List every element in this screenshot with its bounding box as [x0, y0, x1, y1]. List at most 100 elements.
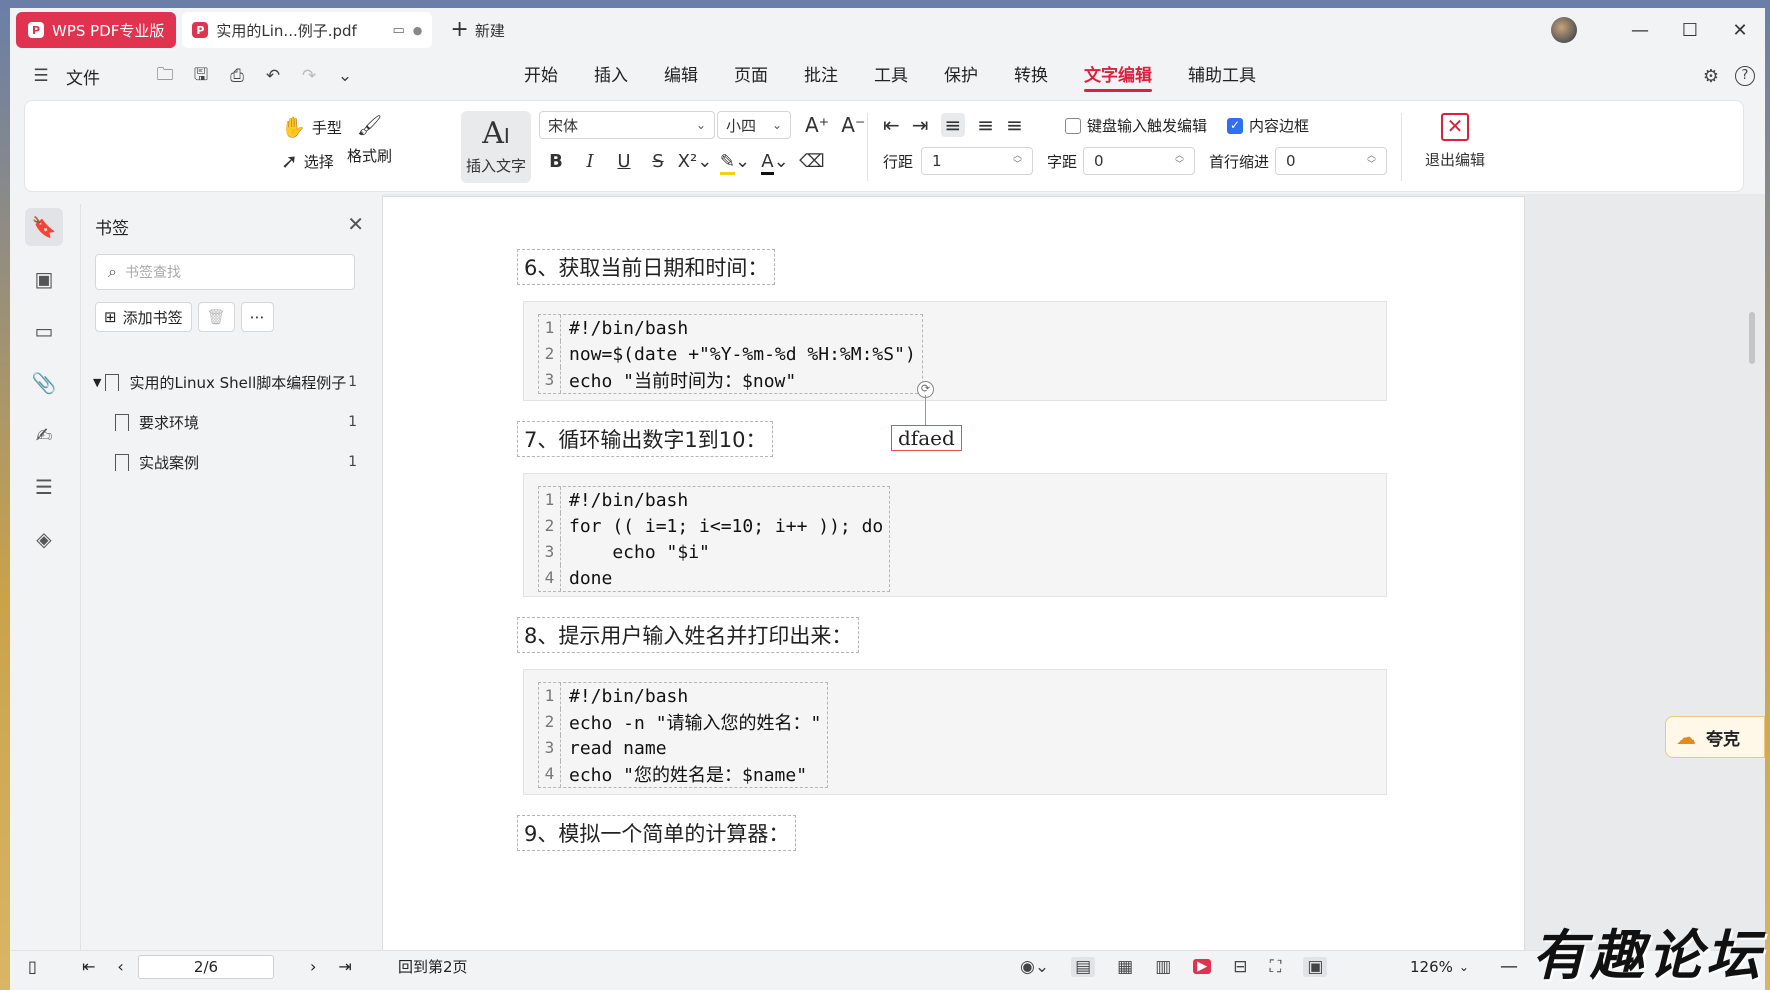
align-right-icon[interactable]: ≡: [1006, 113, 1023, 137]
tab-page[interactable]: 页面: [716, 56, 786, 96]
next-page-icon[interactable]: ›: [310, 957, 316, 976]
fit-width-icon[interactable]: ⊟: [1233, 957, 1247, 977]
quark-widget[interactable]: ☁ 夸克: [1665, 716, 1765, 758]
help-icon[interactable]: ?: [1735, 66, 1755, 86]
code-text-box[interactable]: 1 #!/bin/bash 2 now=$(date +"%Y-%m-%d %H:%…: [538, 314, 923, 394]
page-number-input[interactable]: 2/6: [138, 954, 274, 979]
file-menu[interactable]: 文件: [66, 64, 100, 89]
section-heading[interactable]: 6、获取当前日期和时间：: [517, 249, 776, 285]
layers-icon[interactable]: ◈: [25, 520, 63, 558]
actual-size-icon[interactable]: ▣: [1303, 956, 1328, 977]
add-bookmark-button[interactable]: ⊞ 添加书签: [95, 302, 192, 332]
font-size-select[interactable]: 小四 ⌄: [717, 111, 791, 139]
more-options-button[interactable]: ⋯: [240, 302, 274, 332]
code-text-box[interactable]: 1 #!/bin/bash 2 echo -n "请输入您的姓名：" 3 read n…: [538, 682, 829, 788]
window-mode-icon[interactable]: ▭: [392, 23, 404, 38]
redo-icon[interactable]: ↷: [298, 66, 320, 86]
tab-start[interactable]: 开始: [506, 56, 576, 96]
maximize-button[interactable]: ☐: [1665, 20, 1715, 41]
align-center-icon[interactable]: ≡: [977, 113, 994, 137]
unsaved-dot-icon[interactable]: ●: [413, 24, 423, 37]
strikethrough-icon[interactable]: S: [641, 151, 675, 172]
first-line-indent-input[interactable]: 0 ︿ ﹀: [1275, 147, 1387, 175]
first-page-icon[interactable]: ⇤: [82, 957, 95, 976]
keyboard-edit-checkbox[interactable]: [1065, 117, 1081, 134]
tab-text-edit[interactable]: 文字编辑: [1066, 56, 1170, 96]
code-line[interactable]: done: [569, 568, 612, 589]
comment-icon[interactable]: ▭: [25, 312, 63, 350]
tab-assist-tools[interactable]: 辅助工具: [1170, 56, 1274, 96]
vertical-scrollbar[interactable]: [1749, 194, 1757, 954]
bookmark-item[interactable]: ▼ 实用的Linux Shell脚本编程例子 1: [93, 362, 373, 402]
tab-tools[interactable]: 工具: [856, 56, 926, 96]
minimize-button[interactable]: —: [1615, 20, 1665, 41]
chevron-down-icon[interactable]: ⌄: [334, 66, 356, 86]
code-line[interactable]: echo "您的姓名是：$name": [569, 761, 813, 787]
document-tab[interactable]: P 实用的Lin...例子.pdf ▭ ●: [182, 12, 433, 48]
underline-icon[interactable]: U: [607, 151, 641, 172]
bookmark-panel-icon[interactable]: 🔖: [25, 208, 63, 246]
single-page-view-icon[interactable]: ▤: [1071, 956, 1096, 977]
exit-edit-button[interactable]: ✕ 退出编辑: [1415, 113, 1495, 170]
last-page-icon[interactable]: ⇥: [338, 957, 351, 976]
attachment-icon[interactable]: 📎: [25, 364, 63, 402]
char-spacing-input[interactable]: 0 ︿ ﹀: [1083, 147, 1195, 175]
eye-icon[interactable]: ◉⌄: [1020, 957, 1049, 977]
format-painter-button[interactable]: 🖌 格式刷: [347, 113, 392, 166]
signature-icon[interactable]: ✍: [25, 416, 63, 454]
spinner-arrows-icon[interactable]: ︿ ﹀: [1367, 152, 1376, 170]
spinner-arrows-icon[interactable]: ︿ ﹀: [1013, 152, 1022, 170]
decrease-font-icon[interactable]: A⁻: [841, 113, 865, 137]
prev-page-icon[interactable]: ‹: [117, 957, 123, 976]
code-line[interactable]: #!/bin/bash: [569, 318, 688, 339]
play-icon[interactable]: ▶: [1193, 959, 1212, 974]
chevron-down-icon[interactable]: ⌄: [1459, 960, 1469, 974]
zoom-out-icon[interactable]: —: [1500, 956, 1518, 977]
eraser-icon[interactable]: ⌫: [795, 151, 829, 172]
code-line[interactable]: now=$(date +"%Y-%m-%d %H:%M:%S"): [569, 344, 922, 365]
tab-annotate[interactable]: 批注: [786, 56, 856, 96]
indent-icon[interactable]: ⇥: [912, 113, 929, 137]
superscript-icon[interactable]: X²⌄: [675, 151, 715, 172]
increase-font-icon[interactable]: A⁺: [805, 113, 829, 137]
content-border-checkbox[interactable]: ✓: [1227, 117, 1243, 134]
code-line[interactable]: echo -n "请输入您的姓名：": [569, 709, 827, 735]
read-mode-icon[interactable]: ▦: [1117, 957, 1133, 977]
thumbnail-icon[interactable]: ▣: [25, 260, 63, 298]
highlight-icon[interactable]: ✎⌄: [715, 151, 755, 175]
outdent-icon[interactable]: ⇤: [883, 113, 900, 137]
section-heading[interactable]: 8、提示用户输入姓名并打印出来：: [517, 617, 860, 653]
select-tool-button[interactable]: ➚ 选择: [281, 149, 334, 173]
close-window-button[interactable]: ✕: [1715, 20, 1765, 41]
caret-down-icon[interactable]: ▼: [93, 376, 101, 389]
align-left-icon[interactable]: ≡: [940, 113, 966, 137]
bookmark-item[interactable]: 要求环境 1: [93, 402, 373, 442]
code-line[interactable]: echo "$i": [569, 542, 710, 563]
open-folder-icon[interactable]: 🗀: [154, 62, 176, 91]
hamburger-menu-icon[interactable]: ☰: [30, 66, 52, 86]
avatar[interactable]: [1551, 17, 1577, 43]
content-border-option[interactable]: ✓ 内容边框: [1227, 115, 1309, 136]
fit-page-icon[interactable]: ⛶: [1270, 957, 1282, 977]
code-line[interactable]: #!/bin/bash: [569, 490, 688, 511]
section-heading[interactable]: 7、循环输出数字1到10：: [517, 421, 774, 457]
spinner-arrows-icon[interactable]: ︿ ﹀: [1175, 152, 1184, 170]
tab-protect[interactable]: 保护: [926, 56, 996, 96]
line-spacing-input[interactable]: 1 ︿ ﹀: [921, 147, 1033, 175]
save-icon[interactable]: 🖫: [190, 62, 212, 91]
code-line[interactable]: read name: [569, 738, 667, 759]
font-name-select[interactable]: 宋体 ⌄: [539, 111, 715, 139]
insert-text-button[interactable]: AI 插入文字: [461, 111, 531, 183]
hand-tool-button[interactable]: ✋ 手型: [281, 115, 342, 139]
toggle-sidebar-icon[interactable]: ▯: [28, 957, 37, 976]
undo-icon[interactable]: ↶: [262, 66, 284, 86]
inserted-text-box[interactable]: ⟳ dfaed: [891, 381, 962, 451]
code-line[interactable]: #!/bin/bash: [569, 686, 688, 707]
bold-icon[interactable]: B: [539, 151, 573, 172]
font-color-icon[interactable]: A⌄: [755, 151, 795, 175]
tab-convert[interactable]: 转换: [996, 56, 1066, 96]
new-tab-button[interactable]: + 新建: [450, 19, 504, 41]
code-line[interactable]: echo "当前时间为：$now": [569, 367, 796, 393]
layout-icon[interactable]: ☰: [25, 468, 63, 506]
back-to-page-link[interactable]: 回到第2页: [398, 956, 468, 977]
